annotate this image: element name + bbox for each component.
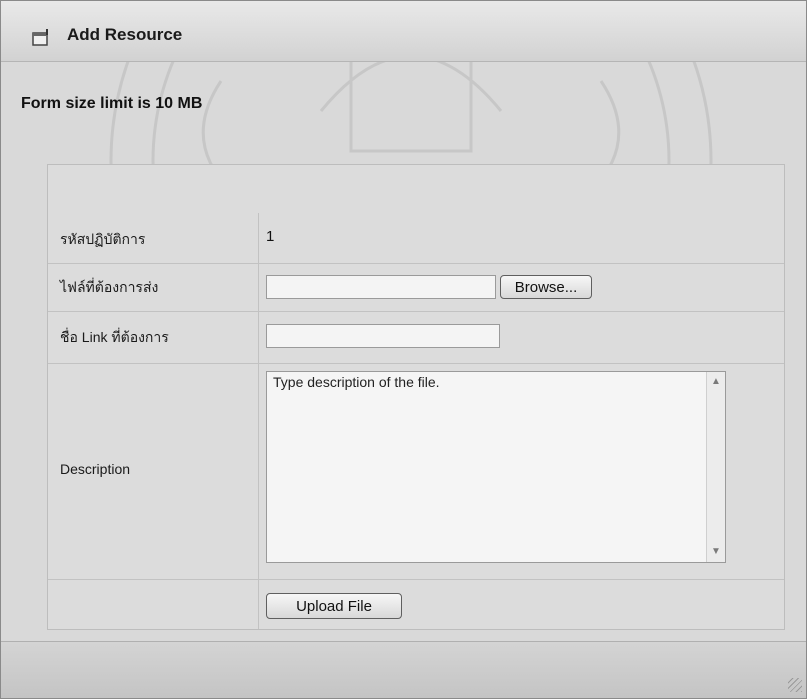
form-row-description: Description Type description of the file… [48,363,784,580]
label-cell [48,579,259,629]
form-row-file: ไฟล์ที่ต้องการส่ง Browse... [48,263,784,312]
label-cell: ไฟล์ที่ต้องการส่ง [48,263,259,311]
form-row-operation-code: รหัสปฏิบัติการ 1 [48,213,784,264]
description-scrollbar[interactable]: ▲ ▼ [706,372,725,562]
operation-code-value: 1 [266,228,275,245]
form-icon [32,29,48,46]
browse-button[interactable]: Browse... [500,275,592,299]
description-label: Description [60,461,131,477]
upload-file-button[interactable]: Upload File [266,593,402,619]
title-bar: Add Resource [1,1,806,62]
link-name-label: ชื่อ Link ที่ต้องการ [60,329,169,345]
file-path-input[interactable] [266,275,496,299]
resize-grip-icon[interactable] [788,678,802,692]
form-size-limit-notice: Form size limit is 10 MB [21,95,203,112]
description-textarea[interactable]: Type description of the file. [266,371,726,563]
form-row-link-name: ชื่อ Link ที่ต้องการ [48,311,784,364]
scroll-up-icon[interactable]: ▲ [709,375,723,389]
add-resource-window: Add Resource Form size limit is 10 MB รห… [0,0,807,699]
description-box: Type description of the file. ▲ ▼ [266,371,726,563]
scroll-down-icon[interactable]: ▼ [709,545,723,559]
label-cell: ชื่อ Link ที่ต้องการ [48,311,259,363]
label-cell: Description [48,363,259,579]
label-cell: รหัสปฏิบัติการ [48,213,259,263]
form-row-upload: Upload File [48,579,784,629]
file-label: ไฟล์ที่ต้องการส่ง [60,279,159,295]
operation-code-label: รหัสปฏิบัติการ [60,231,146,247]
link-name-input[interactable] [266,324,500,348]
upload-form-panel: รหัสปฏิบัติการ 1 ไฟล์ที่ต้องการส่ง Brows… [47,164,785,630]
window-title: Add Resource [67,25,183,44]
status-bar [1,641,806,698]
